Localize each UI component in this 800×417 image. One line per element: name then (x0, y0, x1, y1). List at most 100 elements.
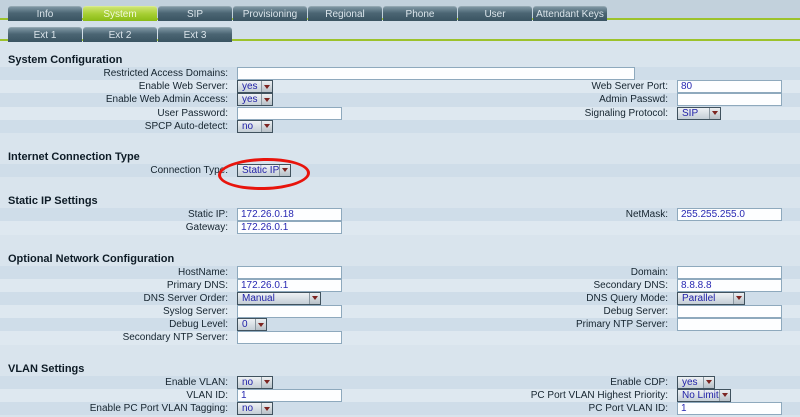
primary-ntp-server-label: Primary NTP Server: (400, 318, 668, 331)
field-wrap (237, 266, 342, 279)
dropdown-arrow-icon[interactable] (261, 94, 272, 105)
settings-form: System ConfigurationRestricted Access Do… (0, 41, 800, 415)
field-wrap: Static IP (237, 164, 291, 177)
field-wrap (677, 80, 782, 93)
field-wrap (677, 402, 782, 415)
field-wrap: No Limit (677, 389, 731, 402)
dns-query-mode-label: DNS Query Mode: (400, 292, 668, 305)
form-row: Connection Type:Static IP (0, 164, 800, 177)
vlan-id-input[interactable] (237, 389, 342, 402)
chevron-down-icon (264, 85, 270, 89)
form-row: Secondary NTP Server: (0, 331, 800, 344)
section-title: VLAN Settings (0, 363, 800, 376)
dropdown-arrow-icon[interactable] (733, 293, 744, 304)
domain-label: Domain: (400, 266, 668, 279)
tab-ext-2[interactable]: Ext 2 (83, 27, 157, 42)
tab-phone[interactable]: Phone (383, 6, 457, 21)
tab-provisioning[interactable]: Provisioning (233, 6, 307, 21)
select-value: no (238, 121, 261, 132)
tab-info[interactable]: Info (8, 6, 82, 21)
tab-regional[interactable]: Regional (308, 6, 382, 21)
hostname-label: HostName: (0, 266, 228, 279)
tab-ext-3[interactable]: Ext 3 (158, 27, 232, 42)
dns-query-mode-select[interactable]: Parallel (677, 292, 745, 305)
form-row: Debug Level: 0 Primary NTP Server: (0, 318, 800, 331)
tab-attendant-keys[interactable]: Attendant Keys (533, 6, 607, 21)
domain-input[interactable] (677, 266, 782, 279)
section-static-ip-settings: Static IP SettingsStatic IP:NetMask:Gate… (0, 195, 800, 234)
enable-cdp-select[interactable]: yes (677, 376, 715, 389)
dropdown-arrow-icon[interactable] (261, 81, 272, 92)
form-row: DNS Server Order:ManualDNS Query Mode:Pa… (0, 292, 800, 305)
user-password-input[interactable] (237, 107, 342, 120)
enable-vlan-select[interactable]: no (237, 376, 273, 389)
field-wrap: Manual (237, 292, 321, 305)
dropdown-arrow-icon[interactable] (703, 377, 714, 388)
form-row: Enable Web Admin Access:yesAdmin Passwd: (0, 93, 800, 106)
spcp-auto-detect-select[interactable]: no (237, 120, 273, 133)
field-wrap (677, 318, 782, 331)
dropdown-arrow-icon[interactable] (719, 390, 730, 401)
dropdown-arrow-icon[interactable] (309, 293, 320, 304)
pc-port-vlan-highest-priority-select[interactable]: No Limit (677, 389, 731, 402)
select-value: yes (238, 94, 261, 105)
chevron-down-icon (264, 407, 270, 411)
static-ip-input[interactable] (237, 208, 342, 221)
dropdown-arrow-icon[interactable] (261, 377, 272, 388)
chevron-down-icon (282, 168, 288, 172)
chevron-down-icon (712, 111, 718, 115)
signaling-protocol-select[interactable]: SIP (677, 107, 721, 120)
signaling-protocol-label: Signaling Protocol: (400, 107, 668, 120)
tab-user[interactable]: User (458, 6, 532, 21)
secondary-dns-input[interactable] (677, 279, 782, 292)
web-server-port-label: Web Server Port: (400, 80, 668, 93)
gateway-input[interactable] (237, 221, 342, 234)
enable-web-server-select[interactable]: yes (237, 80, 273, 93)
chevron-down-icon (264, 124, 270, 128)
field-wrap: Parallel (677, 292, 745, 305)
netmask-input[interactable] (677, 208, 782, 221)
select-value: No Limit (678, 390, 719, 401)
vlan-id-label: VLAN ID: (0, 389, 228, 402)
primary-dns-input[interactable] (237, 279, 342, 292)
dropdown-arrow-icon[interactable] (261, 403, 272, 414)
pc-port-vlan-id-input[interactable] (677, 402, 782, 415)
field-wrap (237, 67, 635, 80)
dropdown-arrow-icon[interactable] (261, 121, 272, 132)
restricted-access-domains-label: Restricted Access Domains: (0, 67, 228, 80)
section-title: Internet Connection Type (0, 151, 800, 164)
section-system-configuration: System ConfigurationRestricted Access Do… (0, 54, 800, 133)
enable-pc-port-vlan-tagging-select[interactable]: no (237, 402, 273, 415)
select-value: yes (678, 377, 703, 388)
debug-level-label: Debug Level: (0, 318, 228, 331)
form-row: Gateway: (0, 221, 800, 234)
tab-sip[interactable]: SIP (158, 6, 232, 21)
connection-type-select[interactable]: Static IP (237, 164, 291, 177)
chevron-down-icon (264, 380, 270, 384)
tab-system[interactable]: System (83, 6, 157, 21)
secondary-ntp-server-input[interactable] (237, 331, 342, 344)
enable-web-admin-access-select[interactable]: yes (237, 93, 273, 106)
section-optional-network-configuration: Optional Network ConfigurationHostName:D… (0, 253, 800, 345)
debug-level-select[interactable]: 0 (237, 318, 267, 331)
dropdown-arrow-icon[interactable] (255, 319, 266, 330)
field-wrap (677, 305, 782, 318)
form-row: HostName: Domain: (0, 266, 800, 279)
dns-server-order-select[interactable]: Manual (237, 292, 321, 305)
select-value: Parallel (678, 293, 733, 304)
dropdown-arrow-icon[interactable] (279, 165, 290, 176)
admin-passwd-input[interactable] (677, 93, 782, 106)
restricted-access-domains-input[interactable] (237, 67, 635, 80)
form-row: Enable PC Port VLAN Tagging:noPC Port VL… (0, 402, 800, 415)
field-wrap: no (237, 376, 273, 389)
hostname-input[interactable] (237, 266, 342, 279)
field-wrap (677, 93, 782, 106)
syslog-server-input[interactable] (237, 305, 342, 318)
web-server-port-input[interactable] (677, 80, 782, 93)
debug-server-input[interactable] (677, 305, 782, 318)
primary-ntp-server-input[interactable] (677, 318, 782, 331)
dropdown-arrow-icon[interactable] (709, 108, 720, 119)
select-value: Manual (238, 293, 309, 304)
tab-ext-1[interactable]: Ext 1 (8, 27, 82, 42)
form-row: Enable Web Server:yesWeb Server Port: (0, 80, 800, 93)
